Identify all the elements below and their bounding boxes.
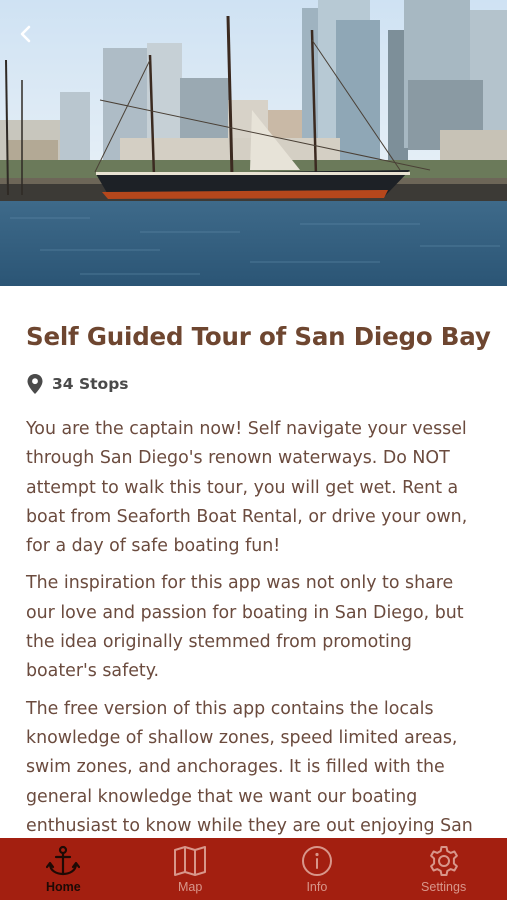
- description-paragraph: The free version of this app contains th…: [26, 698, 473, 836]
- tab-home-label: Home: [46, 880, 81, 894]
- stops-count: 34 Stops: [26, 372, 129, 396]
- harbor-photo: [0, 0, 507, 286]
- tab-map-label: Map: [177, 880, 203, 894]
- tab-bar: Home Map Info Settings: [0, 838, 507, 900]
- tab-settings[interactable]: Settings: [380, 838, 507, 900]
- tour-description: You are the captain now! Self navigate y…: [26, 415, 486, 838]
- anchor-icon: [46, 845, 81, 876]
- tab-settings-label: Settings: [421, 880, 467, 894]
- map-pin-icon: [27, 374, 43, 394]
- tab-info-label: Info: [306, 880, 328, 894]
- gear-icon: [429, 846, 458, 876]
- description-paragraph: You are the captain now! Self navigate y…: [26, 419, 468, 557]
- tab-map[interactable]: Map: [127, 838, 254, 900]
- stops-label: 34 Stops: [52, 375, 129, 393]
- chevron-left-icon: [20, 25, 31, 43]
- tour-title: Self Guided Tour of San Diego Bay: [26, 322, 491, 351]
- tab-info[interactable]: Info: [254, 838, 381, 900]
- map-icon: [174, 846, 207, 876]
- tab-home[interactable]: Home: [0, 838, 127, 900]
- hero-image: [0, 0, 507, 286]
- tour-content: Self Guided Tour of San Diego Bay 34 Sto…: [0, 286, 507, 838]
- info-icon: [301, 846, 332, 876]
- description-paragraph: The inspiration for this app was not onl…: [26, 573, 464, 682]
- back-button[interactable]: [8, 16, 44, 52]
